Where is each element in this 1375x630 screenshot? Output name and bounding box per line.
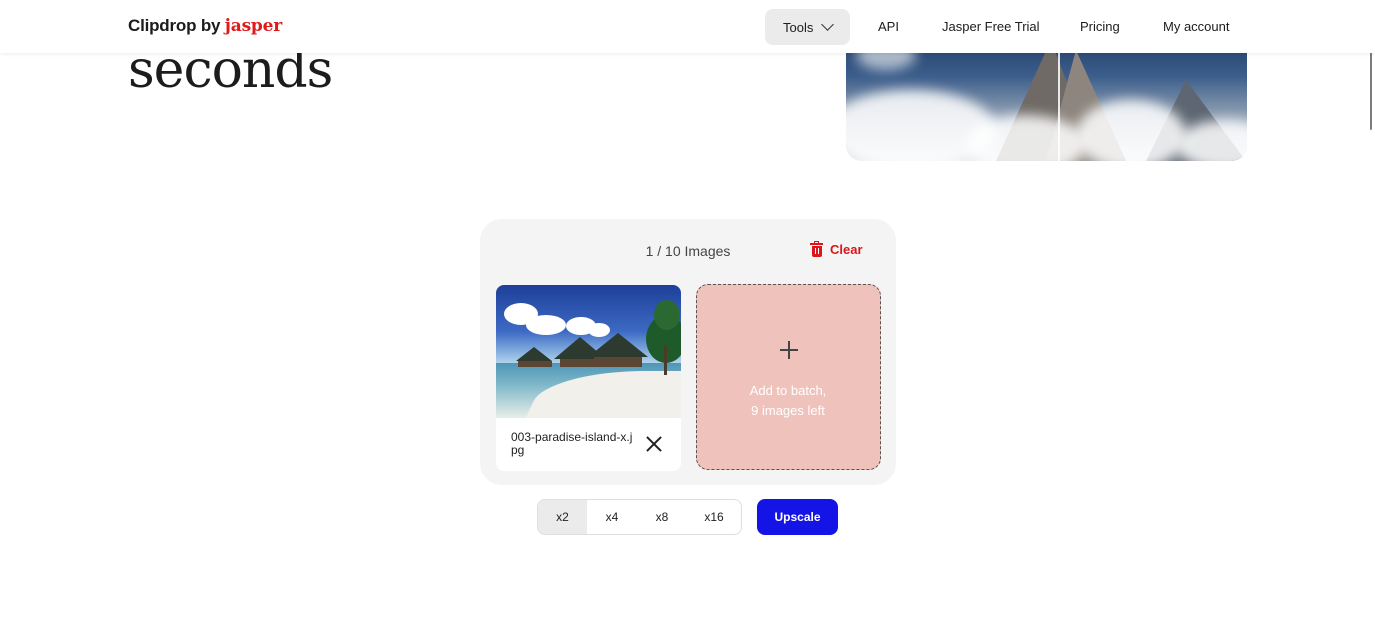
upscale-button[interactable]: Upscale <box>757 499 838 535</box>
nav-tools-label: Tools <box>783 19 814 35</box>
image-thumbnail <box>496 285 681 418</box>
add-to-batch-dropzone[interactable]: Add to batch, 9 images left <box>696 284 881 470</box>
logo-partner: jasper <box>224 16 282 36</box>
compare-divider[interactable] <box>1058 40 1060 161</box>
chevron-down-icon <box>821 18 835 31</box>
clipdrop-logo[interactable]: Clipdrop by jasper <box>128 16 282 36</box>
scale-selector: x2 x4 x8 x16 <box>537 499 742 535</box>
clear-label: Clear <box>830 242 863 257</box>
images-left-line: 9 images left <box>751 403 825 418</box>
hero-before-after-image <box>846 40 1247 161</box>
logo-by: by <box>200 16 221 35</box>
scale-option-x8[interactable]: x8 <box>637 500 687 534</box>
nav-link-api[interactable]: API <box>878 19 899 34</box>
main-nav: Tools <box>765 9 851 45</box>
clear-button[interactable]: Clear <box>810 241 863 257</box>
add-to-batch-line1: Add to batch, <box>749 383 827 398</box>
nav-tools-dropdown[interactable]: Tools <box>765 9 851 45</box>
logo-brand: Clipdrop <box>128 16 197 35</box>
add-to-batch-text: Add to batch, 9 images left <box>697 381 879 421</box>
batch-panel: 1 / 10 Images Clear 003-paradise-island-… <box>480 219 896 485</box>
nav-link-pricing[interactable]: Pricing <box>1080 19 1120 34</box>
scale-option-x2[interactable]: x2 <box>538 500 587 534</box>
scale-option-x16[interactable]: x16 <box>687 500 741 534</box>
plus-icon <box>780 341 798 359</box>
nav-link-my-account[interactable]: My account <box>1163 19 1229 34</box>
page-scrollbar[interactable] <box>1370 44 1372 130</box>
top-header: Clipdrop by jasper Tools API Jasper Free… <box>0 0 1375 53</box>
trash-icon <box>810 241 823 257</box>
image-filename: 003-paradise-island-x.jpg <box>511 430 633 457</box>
nav-link-jasper-trial[interactable]: Jasper Free Trial <box>942 19 1040 34</box>
remove-image-icon[interactable] <box>643 433 665 455</box>
scale-option-x4[interactable]: x4 <box>587 500 637 534</box>
image-card: 003-paradise-island-x.jpg <box>496 285 681 471</box>
